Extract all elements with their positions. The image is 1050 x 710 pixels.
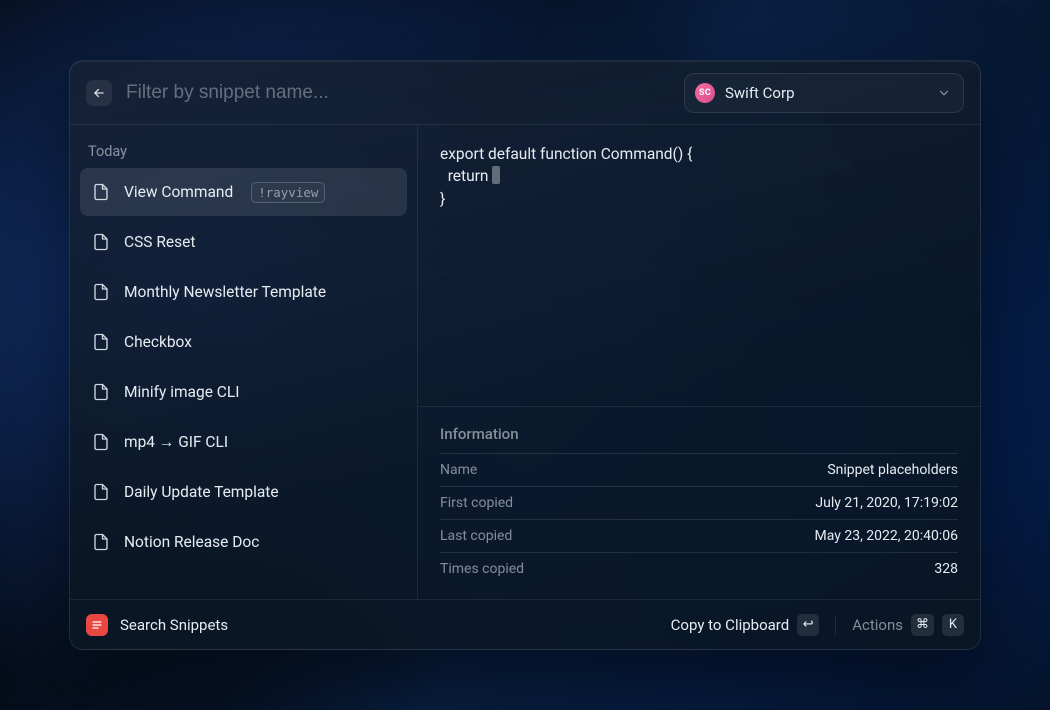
list-item-label: View Command — [124, 183, 233, 201]
file-icon — [92, 383, 110, 401]
arrow-left-icon — [92, 86, 106, 100]
detail-pane: export default function Command() { retu… — [418, 125, 980, 599]
list-item-label: CSS Reset — [124, 233, 195, 251]
org-name: Swift Corp — [725, 84, 927, 102]
info-key: Last copied — [440, 528, 512, 544]
search-input[interactable] — [124, 81, 672, 105]
body: Today View Command !rayview CSS Reset Month… — [70, 125, 980, 599]
header-bar: SC Swift Corp — [70, 61, 980, 125]
info-row: Times copied 328 — [440, 552, 958, 585]
chevron-down-icon — [937, 86, 951, 100]
org-avatar: SC — [695, 83, 715, 103]
footer-divider — [835, 615, 836, 635]
info-value: 328 — [934, 561, 958, 577]
info-panel: Information Name Snippet placeholders Firs… — [418, 406, 980, 599]
list-item-label: Checkbox — [124, 333, 192, 351]
list-item-label: mp4 → GIF CLI — [124, 433, 228, 452]
sidebar: Today View Command !rayview CSS Reset Month… — [70, 125, 418, 599]
org-picker[interactable]: SC Swift Corp — [684, 73, 964, 113]
list-item[interactable]: Daily Update Template — [80, 468, 407, 516]
list-item-label: Minify image CLI — [124, 383, 239, 401]
file-icon — [92, 483, 110, 501]
snippet-list: View Command !rayview CSS Reset Monthly New… — [80, 168, 407, 566]
list-item-label: Daily Update Template — [124, 483, 279, 501]
snippet-preview: export default function Command() { retu… — [418, 125, 980, 406]
file-icon — [92, 533, 110, 551]
section-label: Today — [80, 139, 407, 168]
enter-key-icon: ↩ — [797, 614, 819, 636]
back-button[interactable] — [86, 80, 112, 106]
info-row: Last copied May 23, 2022, 20:40:06 — [440, 519, 958, 552]
primary-action-label: Copy to Clipboard — [671, 616, 790, 634]
cmd-key-icon: ⌘ — [911, 614, 934, 636]
info-key: Times copied — [440, 561, 524, 577]
actions-button[interactable]: Actions ⌘ K — [852, 614, 964, 636]
file-icon — [92, 233, 110, 251]
list-item[interactable]: CSS Reset — [80, 218, 407, 266]
list-item[interactable]: Minify image CLI — [80, 368, 407, 416]
info-row: Name Snippet placeholders — [440, 453, 958, 486]
list-item[interactable]: Notion Release Doc — [80, 518, 407, 566]
info-row: First copied July 21, 2020, 17:19:02 — [440, 486, 958, 519]
file-icon — [92, 283, 110, 301]
info-key: First copied — [440, 495, 513, 511]
placeholder-cursor-icon — [492, 166, 500, 184]
snippet-app-icon — [91, 619, 103, 631]
footer-context-label: Search Snippets — [120, 616, 228, 634]
app-window: SC Swift Corp Today View Command !rayview… — [69, 60, 981, 650]
file-icon — [92, 433, 110, 451]
list-item-label: Notion Release Doc — [124, 533, 259, 551]
file-icon — [92, 333, 110, 351]
list-item[interactable]: View Command !rayview — [80, 168, 407, 216]
info-value: July 21, 2020, 17:19:02 — [815, 495, 958, 511]
info-value: May 23, 2022, 20:40:06 — [815, 528, 959, 544]
list-item[interactable]: Monthly Newsletter Template — [80, 268, 407, 316]
snippet-keyword-tag: !rayview — [251, 182, 325, 203]
copy-to-clipboard-button[interactable]: Copy to Clipboard ↩ — [671, 614, 820, 636]
list-item-label: Monthly Newsletter Template — [124, 283, 326, 301]
info-value: Snippet placeholders — [827, 462, 958, 478]
actions-label: Actions — [852, 616, 903, 634]
app-icon[interactable] — [86, 614, 108, 636]
info-key: Name — [440, 462, 477, 478]
file-icon — [92, 183, 110, 201]
k-key-icon: K — [942, 614, 964, 636]
list-item[interactable]: Checkbox — [80, 318, 407, 366]
footer-bar: Search Snippets Copy to Clipboard ↩ Acti… — [70, 599, 980, 649]
info-heading: Information — [440, 425, 958, 443]
list-item[interactable]: mp4 → GIF CLI — [80, 418, 407, 466]
